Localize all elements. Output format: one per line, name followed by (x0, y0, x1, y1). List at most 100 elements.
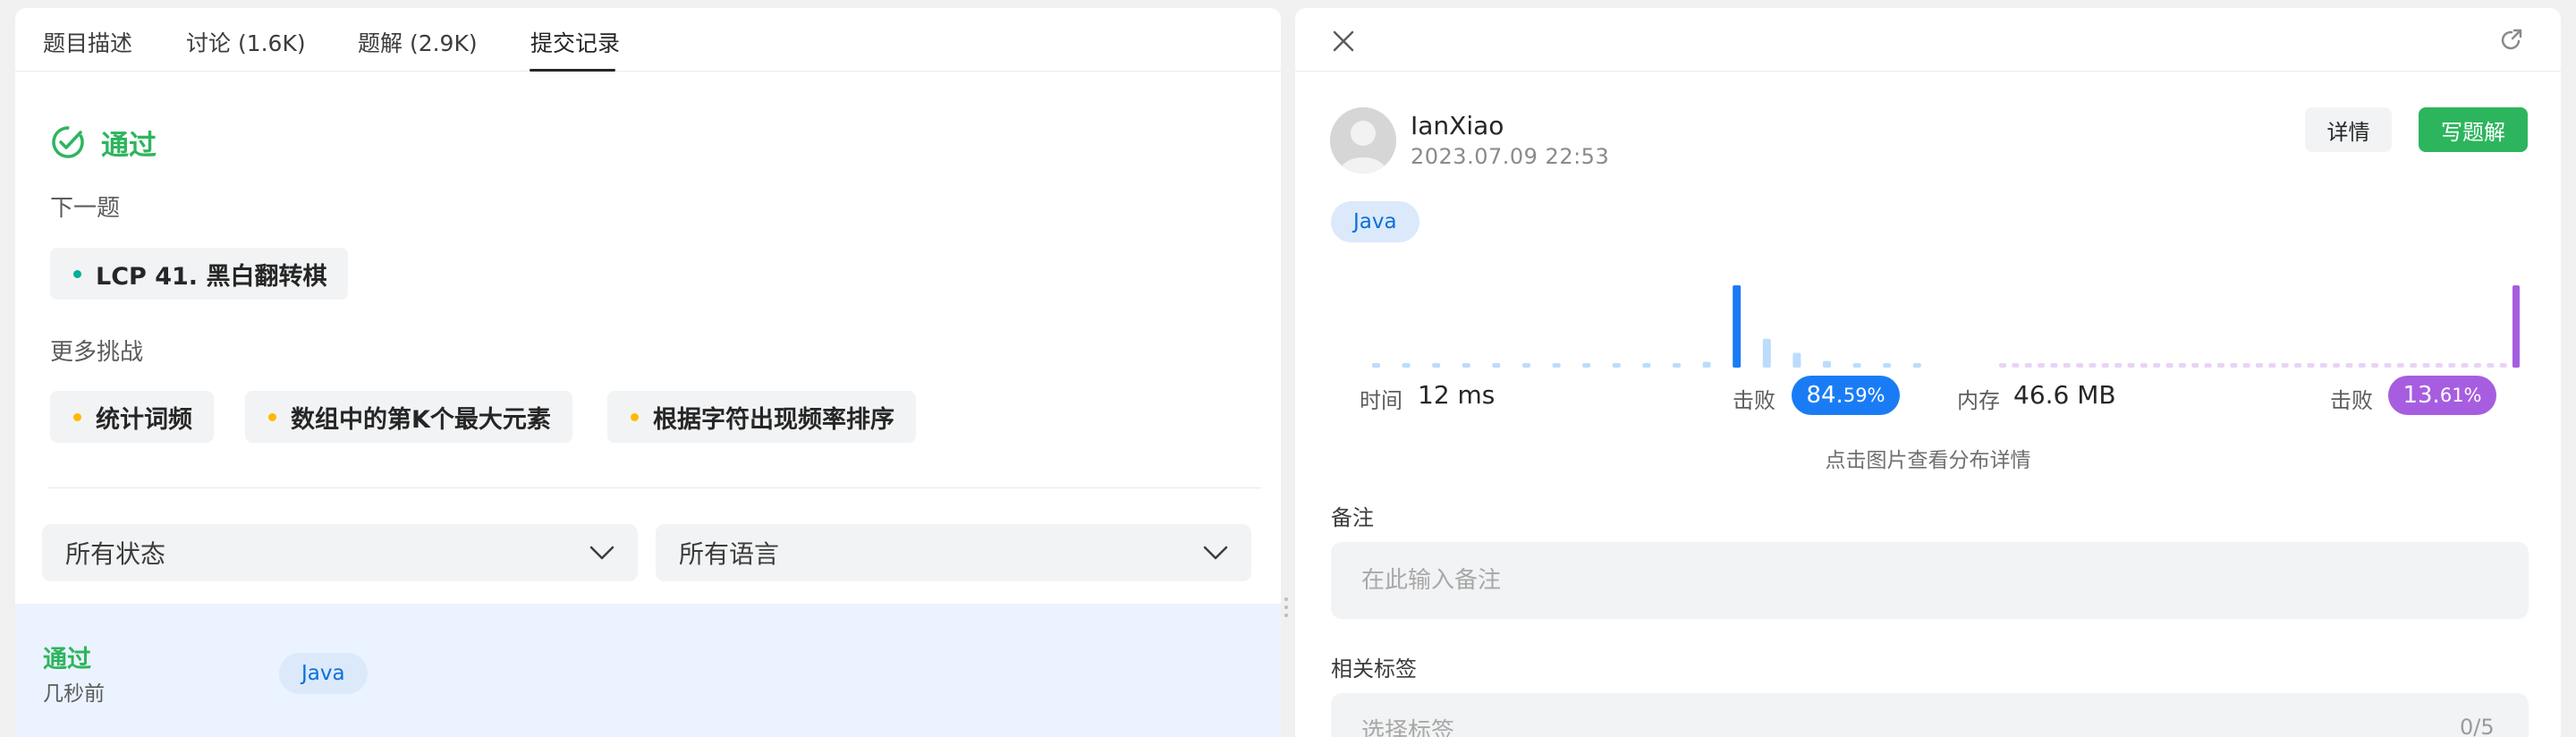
runtime-distribution-bar (1522, 363, 1530, 368)
memory-beats-dec: 61% (2439, 385, 2482, 406)
more-challenges-heading: 更多挑战 (50, 339, 144, 366)
challenge-chip[interactable]: 数组中的第K个最大元素 (245, 391, 572, 443)
tab-description[interactable]: 题目描述 (43, 26, 132, 58)
runtime-beats-label: 击败 (1733, 388, 1775, 413)
app-root: 题目描述 讨论 (1.6K) 题解 (2.9K) 提交记录 通过 下一题 LCP… (0, 0, 2576, 737)
chevron-down-icon (589, 546, 614, 560)
username[interactable]: IanXiao (1411, 111, 1504, 140)
memory-distribution-bar (2063, 363, 2071, 368)
divider (48, 487, 1261, 488)
memory-distribution-bar (2371, 363, 2379, 368)
close-icon[interactable] (1332, 30, 1355, 53)
memory-distribution-bar (2230, 363, 2238, 368)
challenge-chip[interactable]: 根据字符出现频率排序 (607, 391, 916, 443)
runtime-beats-dec: 59% (1843, 385, 1885, 406)
challenge-title: 数组中的第K个最大元素 (291, 405, 551, 434)
avatar[interactable] (1330, 107, 1396, 174)
memory-distribution-bar (2319, 363, 2327, 368)
memory-beats-label: 击败 (2330, 388, 2373, 413)
tags-label: 相关标签 (1331, 657, 1417, 682)
status-filter-select[interactable]: 所有状态 (42, 524, 638, 581)
memory-distribution-bar (2345, 363, 2353, 368)
challenge-chip[interactable]: 统计词频 (50, 391, 214, 443)
memory-distribution-bar (2499, 363, 2507, 368)
memory-distribution-bar (2422, 363, 2430, 368)
memory-distribution-bar (2024, 363, 2032, 368)
language-filter-value: 所有语言 (679, 539, 780, 569)
submission-status: 通过 (43, 646, 91, 673)
runtime-value: 12 ms (1418, 380, 1496, 410)
memory-distribution-bar (2333, 363, 2341, 368)
memory-distribution-bar (2153, 363, 2161, 368)
memory-distribution-bar (2410, 363, 2418, 368)
submission-language-badge: Java (279, 653, 368, 694)
next-problem-title: LCP 41. 黑白翻转棋 (96, 262, 327, 291)
memory-distribution-bar (2294, 363, 2302, 368)
distribution-hint[interactable]: 点击图片查看分布详情 (1295, 443, 2561, 473)
open-external-icon[interactable] (2499, 28, 2524, 53)
memory-distribution-bar (2114, 363, 2123, 368)
runtime-distribution-bar (1612, 363, 1621, 368)
runtime-distribution-bar (1372, 363, 1380, 368)
memory-distribution-bar (2396, 363, 2404, 368)
details-button[interactable]: 详情 (2305, 107, 2392, 152)
memory-distribution-bar (2512, 285, 2520, 368)
memory-distribution-bar (2216, 363, 2224, 368)
memory-distribution-bar (2101, 363, 2109, 368)
check-circle-icon (52, 126, 84, 158)
memory-distribution-bar (1999, 363, 2006, 368)
runtime-beats-int: 84. (1806, 382, 1843, 409)
runtime-distribution-bar (1792, 352, 1801, 368)
memory-value: 46.6 MB (2013, 380, 2116, 410)
memory-distribution-bar (2461, 363, 2469, 368)
distribution-chart-svg (1372, 285, 2520, 368)
panel-resize-handle[interactable] (1284, 597, 1289, 624)
detail-header (1295, 8, 2561, 72)
note-label: 备注 (1331, 505, 1374, 530)
easy-dot-icon (73, 269, 81, 278)
memory-beats-badge: 13. 61% (2388, 376, 2496, 415)
submission-date: 2023.07.09 22:53 (1411, 144, 1610, 169)
next-problem-chip[interactable]: LCP 41. 黑白翻转棋 (50, 248, 349, 300)
note-input[interactable] (1331, 542, 2529, 619)
runtime-label: 时间 (1360, 388, 1402, 413)
user-avatar-icon (1330, 107, 1396, 174)
runtime-distribution-bar (1402, 363, 1411, 368)
tab-submissions[interactable]: 提交记录 (530, 26, 620, 58)
runtime-distribution-bar (1673, 363, 1681, 368)
tab-solutions[interactable]: 题解 (2.9K) (358, 26, 478, 58)
language-filter-select[interactable]: 所有语言 (656, 524, 1251, 581)
runtime-distribution-bar (1883, 363, 1892, 368)
memory-distribution-bar (2050, 363, 2058, 368)
write-solution-button[interactable]: 写题解 (2419, 107, 2528, 152)
memory-distribution-bar (2487, 363, 2495, 368)
memory-distribution-bar (2256, 363, 2263, 368)
submission-row[interactable]: 通过 几秒前 Java (15, 604, 1281, 737)
tab-bar: 题目描述 讨论 (1.6K) 题解 (2.9K) 提交记录 (15, 8, 1281, 72)
memory-beats-int: 13. (2402, 382, 2440, 409)
submission-time: 几秒前 (43, 682, 105, 706)
language-badge: Java (1331, 201, 1419, 242)
memory-distribution-bar (2204, 363, 2212, 368)
left-panel: 题目描述 讨论 (1.6K) 题解 (2.9K) 提交记录 通过 下一题 LCP… (15, 8, 1281, 737)
challenge-title: 统计词频 (96, 405, 192, 434)
memory-distribution-bar (2178, 363, 2186, 368)
runtime-distribution-bar (1702, 361, 1711, 368)
memory-distribution-bar (2076, 363, 2084, 368)
tags-input[interactable] (1331, 693, 2529, 737)
runtime-distribution-bar (1912, 363, 1921, 368)
runtime-distribution-bar (1462, 363, 1470, 368)
status-label: 通过 (101, 129, 157, 162)
memory-label: 内存 (1957, 388, 2000, 413)
tab-discussion[interactable]: 讨论 (1.6K) (186, 26, 306, 58)
runtime-distribution-bar (1642, 363, 1651, 368)
memory-distribution-bar (2448, 363, 2456, 368)
distribution-chart[interactable] (1331, 267, 2529, 375)
medium-dot-icon (268, 412, 276, 421)
medium-dot-icon (73, 412, 81, 421)
memory-distribution-bar (2012, 363, 2020, 368)
runtime-distribution-bar (1552, 363, 1561, 368)
runtime-distribution-bar (1582, 363, 1591, 368)
tags-counter: 0/5 (2460, 715, 2495, 737)
runtime-beats-badge: 84. 59% (1792, 376, 1900, 415)
